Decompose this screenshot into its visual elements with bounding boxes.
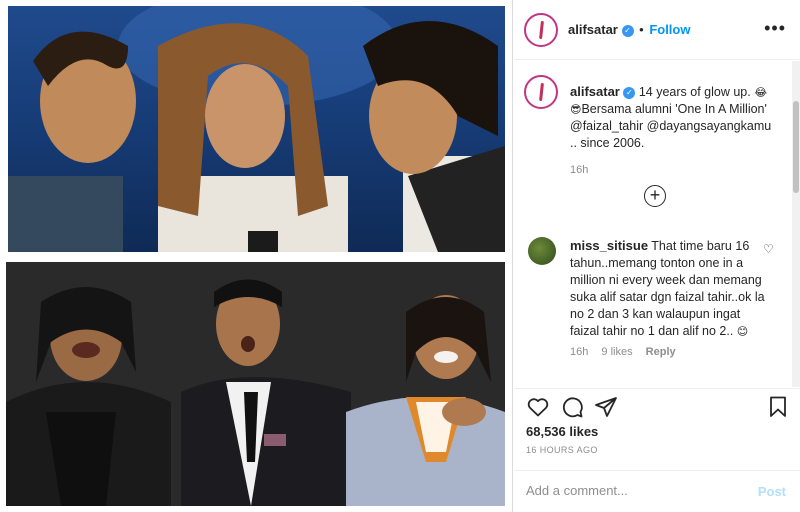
load-more-comments-icon[interactable]: +: [644, 185, 666, 207]
mention-link[interactable]: @faizal_tahir: [570, 119, 643, 133]
mention-link[interactable]: @dayangsayangkamu: [647, 119, 772, 133]
post-details-panel: alifsatar ✓ • Follow ••• alifsatar ✓ 14 …: [514, 0, 800, 512]
verified-badge-icon: ✓: [621, 25, 634, 37]
post-comment-button[interactable]: Post: [758, 484, 786, 499]
comment-item: miss_sitisue That time baru 16 tahun..me…: [570, 237, 770, 361]
caption-author-avatar[interactable]: [524, 75, 558, 109]
author-username[interactable]: alifsatar: [568, 22, 618, 37]
comment-meta: 16h 9 likes Reply: [570, 344, 770, 361]
instagram-post-view: alifsatar ✓ • Follow ••• alifsatar ✓ 14 …: [0, 0, 800, 512]
share-icon[interactable]: [594, 395, 618, 419]
post-media[interactable]: [0, 0, 513, 512]
caption-time[interactable]: 16h: [570, 162, 780, 179]
heart-icon[interactable]: [526, 395, 550, 419]
caption-username[interactable]: alifsatar: [570, 84, 620, 99]
more-options-icon[interactable]: •••: [764, 19, 786, 37]
post-timestamp[interactable]: 16 HOURS AGO: [526, 445, 598, 455]
bookmark-icon[interactable]: [766, 395, 790, 419]
reunion-photo-illustration: [6, 262, 505, 506]
comment-username[interactable]: miss_sitisue: [570, 238, 648, 253]
comments-scroll-area[interactable]: alifsatar ✓ 14 years of glow up. 😂 😎Bers…: [514, 61, 792, 387]
comment-text: That time baru 16 tahun..memang tonton o…: [570, 239, 765, 338]
photo-2006-stage: [8, 6, 505, 252]
post-action-bar: [514, 388, 800, 428]
header-user-line: alifsatar ✓ • Follow: [568, 22, 690, 37]
sunglasses-emoji: 😎: [570, 103, 582, 116]
comment-icon[interactable]: [560, 395, 584, 419]
reply-button[interactable]: Reply: [646, 346, 676, 358]
comments-scrollbar[interactable]: [792, 61, 800, 387]
author-avatar[interactable]: [524, 13, 558, 47]
comment-like-heart-icon[interactable]: ♡: [763, 242, 774, 256]
comment-time[interactable]: 16h: [570, 346, 588, 358]
commenter-avatar[interactable]: [528, 237, 556, 265]
scrollbar-thumb[interactable]: [793, 101, 799, 193]
caption-text-2: Bersama alumni 'One In A Million': [581, 102, 767, 116]
caption-text-3: .. since 2006.: [570, 136, 645, 150]
post-caption: alifsatar ✓ 14 years of glow up. 😂 😎Bers…: [570, 83, 780, 179]
verified-badge-icon: ✓: [623, 87, 636, 99]
post-header: alifsatar ✓ • Follow •••: [514, 0, 800, 60]
smile-emoji: 😊: [736, 325, 749, 338]
comment-composer: Post: [514, 470, 800, 512]
photo-2020-reunion: [6, 262, 505, 506]
likes-count[interactable]: 68,536 likes: [526, 424, 598, 439]
follow-button[interactable]: Follow: [649, 22, 690, 37]
caption-text-1: 14 years of glow up.: [638, 85, 751, 99]
stage-photo-illustration: [8, 6, 505, 252]
laughing-emoji: 😂: [754, 86, 768, 99]
separator-dot: •: [639, 22, 644, 37]
add-comment-input[interactable]: [526, 483, 726, 498]
comment-likes[interactable]: 9 likes: [601, 346, 632, 358]
